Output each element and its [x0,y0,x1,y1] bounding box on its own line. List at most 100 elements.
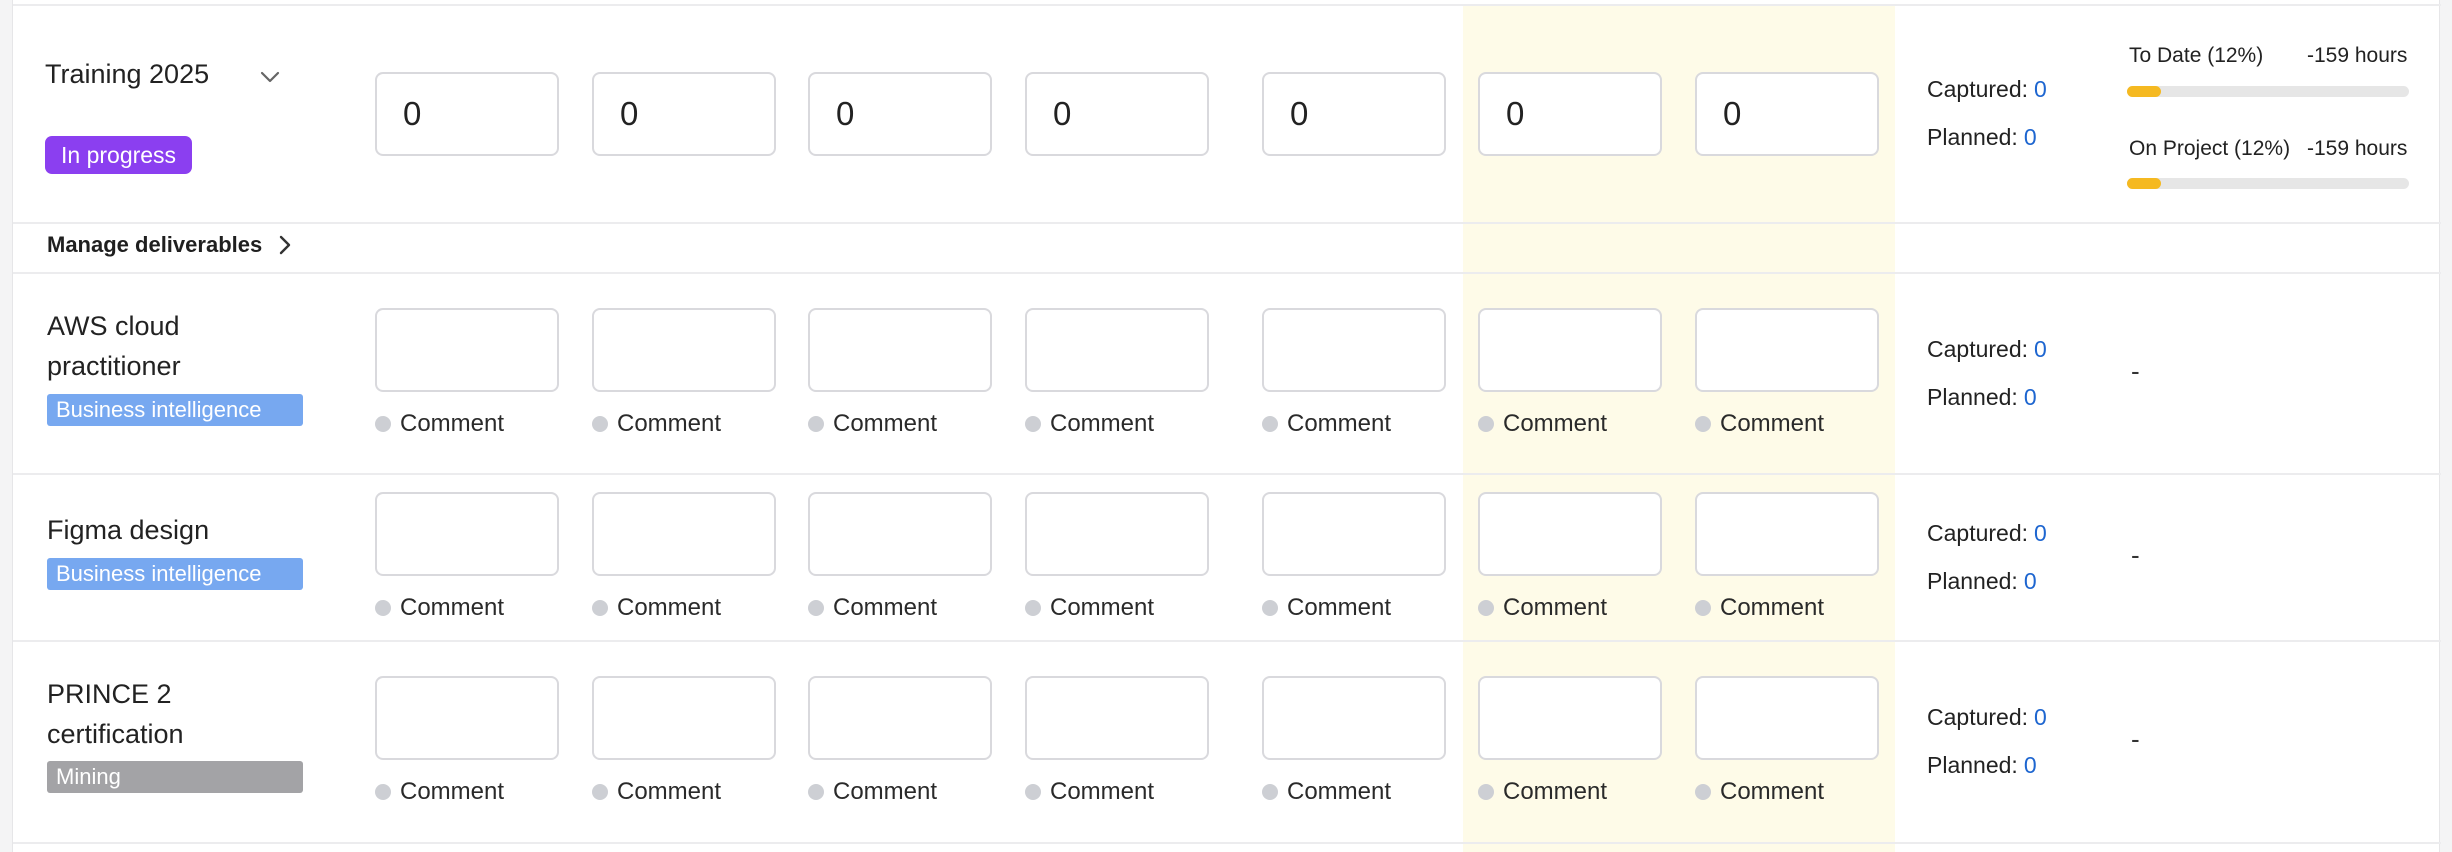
hours-input-day-1[interactable] [375,308,559,392]
to-date-label: To Date (12%) [2129,44,2264,67]
hours-input-day-5[interactable] [1262,676,1446,760]
status-badge: In progress [45,136,193,174]
comment-button[interactable]: Comment [375,778,504,806]
comment-button[interactable]: Comment [1025,410,1154,438]
hours-input-day-7[interactable] [1695,492,1879,576]
captured-label: Captured: [1927,336,2029,362]
hours-input-day-4[interactable] [1025,676,1209,760]
comment-button[interactable]: Comment [1025,778,1154,806]
comment-label: Comment [1287,410,1392,437]
captured-stat: Captured: 0 [1927,336,2047,363]
comment-label: Comment [400,594,505,621]
comment-label: Comment [1503,778,1608,805]
comment-status-dot [375,600,391,616]
comment-button[interactable]: Comment [808,594,937,622]
comment-status-dot [375,784,391,800]
captured-stat: Captured: 0 [1927,76,2047,103]
comment-button[interactable]: Comment [592,594,721,622]
hours-input-day-3[interactable] [808,308,992,392]
deliverable-name-line: AWS cloud [47,311,180,341]
captured-value: 0 [2034,76,2047,102]
comment-status-dot [1025,600,1041,616]
hours-input-day-4[interactable] [1025,492,1209,576]
category-tag: Business intelligence [47,558,303,590]
captured-value: 0 [2034,520,2047,546]
hours-input-day-7[interactable] [1695,676,1879,760]
planned-label: Planned: [1927,568,2018,594]
hours-input-day-5[interactable] [1262,72,1446,156]
comment-button[interactable]: Comment [1478,778,1607,806]
manage-deliverables-label: Manage deliverables [47,232,263,257]
comment-status-dot [1262,416,1278,432]
comment-label: Comment [833,410,938,437]
captured-value: 0 [2034,336,2047,362]
comment-button[interactable]: Comment [1695,594,1824,622]
comment-button[interactable]: Comment [592,778,721,806]
comment-label: Comment [617,410,722,437]
comment-button[interactable]: Comment [808,410,937,438]
comment-label: Comment [1050,594,1155,621]
comment-status-dot [1695,600,1711,616]
planned-label: Planned: [1927,384,2018,410]
planned-stat: Planned: 0 [1927,752,2037,779]
comment-label: Comment [400,410,505,437]
timesheet-panel: Training 2025 In progress Captured:0 Pla… [12,0,2441,852]
hours-input-day-2[interactable] [592,72,776,156]
comment-button[interactable]: Comment [1695,410,1824,438]
comment-button[interactable]: Comment [592,410,721,438]
hours-input-day-7[interactable] [1695,308,1879,392]
planned-stat: Planned: 0 [1927,384,2037,411]
comment-button[interactable]: Comment [1025,594,1154,622]
comment-status-dot [1478,600,1494,616]
hours-input-day-3[interactable] [808,492,992,576]
hours-input-day-5[interactable] [1262,308,1446,392]
hours-input-day-3[interactable] [808,676,992,760]
comment-button[interactable]: Comment [1262,594,1391,622]
hours-input-day-1[interactable] [375,676,559,760]
hours-input-day-7[interactable] [1695,72,1879,156]
comment-button[interactable]: Comment [1695,778,1824,806]
hours-input-day-3[interactable] [808,72,992,156]
hours-input-day-2[interactable] [592,308,776,392]
comment-button[interactable]: Comment [375,594,504,622]
captured-label: Captured: [1927,76,2029,102]
comment-button[interactable]: Comment [1478,594,1607,622]
captured-stat: Captured: 0 [1927,520,2047,547]
captured-label: Captured: [1927,704,2029,730]
hours-input-day-6[interactable] [1478,492,1662,576]
hours-input-day-1[interactable] [375,72,559,156]
comment-label: Comment [617,778,722,805]
divider [13,842,2441,844]
hours-input-day-2[interactable] [592,676,776,760]
hours-input-day-6[interactable] [1478,72,1662,156]
hours-input-day-4[interactable] [1025,72,1209,156]
comment-button[interactable]: Comment [375,410,504,438]
divider [13,4,2441,6]
hours-input-day-4[interactable] [1025,308,1209,392]
planned-value: 0 [2023,568,2037,594]
comment-status-dot [808,600,824,616]
divider [13,640,2441,642]
comment-status-dot [808,416,824,432]
planned-stat: Planned: 0 [1927,568,2037,595]
comment-button[interactable]: Comment [1262,778,1391,806]
comment-status-dot [1262,600,1278,616]
deliverable-name-line: certification [47,719,184,749]
hours-input-day-6[interactable] [1478,676,1662,760]
manage-deliverables-link[interactable]: Manage deliverables [47,232,292,258]
chevron-down-icon[interactable] [257,64,283,90]
category-tag: Business intelligence [47,394,303,426]
task-name: Training 2025 [45,59,210,89]
hours-input-day-5[interactable] [1262,492,1446,576]
comment-button[interactable]: Comment [1262,410,1391,438]
hours-input-day-2[interactable] [592,492,776,576]
hours-input-day-6[interactable] [1478,308,1662,392]
comment-button[interactable]: Comment [1478,410,1607,438]
captured-stat: Captured: 0 [1927,704,2047,731]
to-date-hours: -159 hours [2307,44,2408,67]
planned-label: Planned: [1927,124,2018,150]
hours-input-day-1[interactable] [375,492,559,576]
comment-status-dot [592,784,608,800]
to-date-progress-fill [2127,86,2161,97]
comment-button[interactable]: Comment [808,778,937,806]
